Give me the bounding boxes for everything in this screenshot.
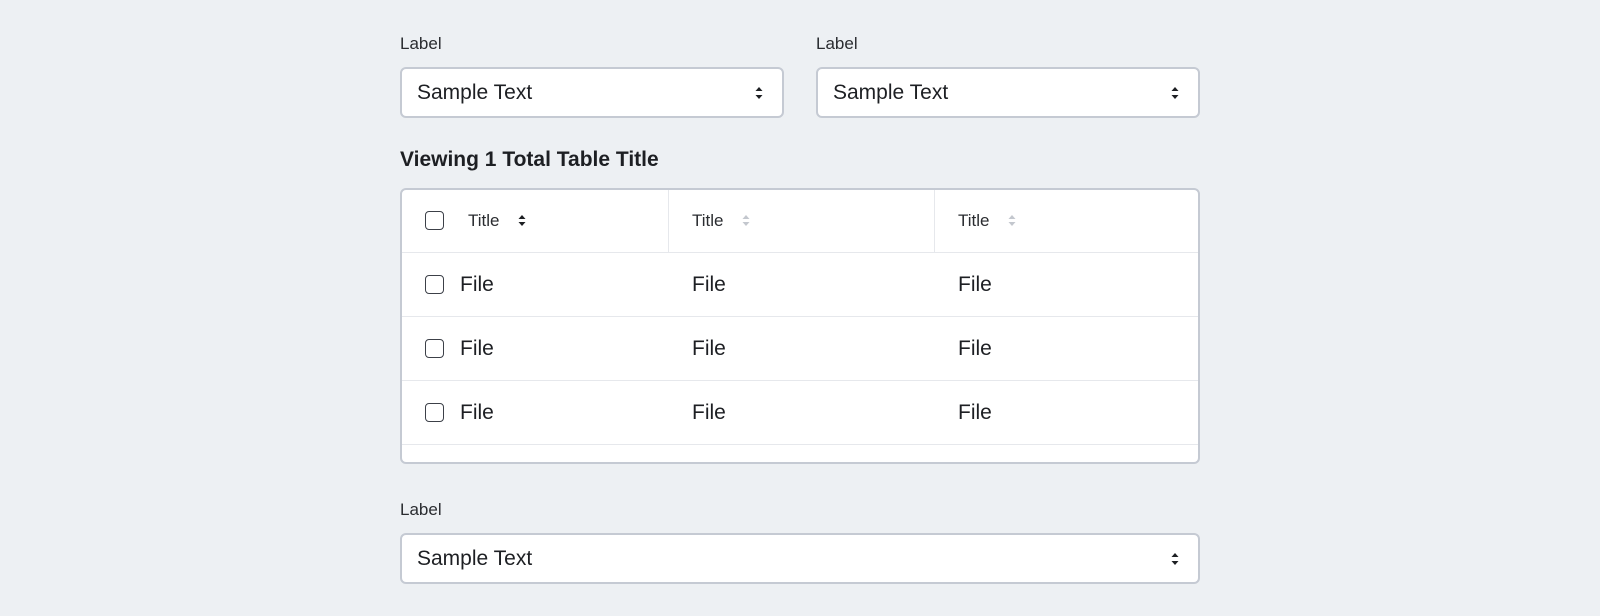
table-row[interactable]: File File File	[402, 381, 1198, 445]
chevron-up-down-icon	[1171, 553, 1179, 565]
top-right-field: Label Sample Text	[816, 34, 1200, 118]
chevron-up-down-icon	[1171, 87, 1179, 99]
column-header-title[interactable]: Title	[468, 211, 500, 231]
sort-icon[interactable]	[518, 214, 526, 227]
select-all-checkbox[interactable]	[425, 211, 444, 230]
top-left-field: Label Sample Text	[400, 34, 784, 118]
column-header-title[interactable]: Title	[958, 211, 990, 231]
sort-icon[interactable]	[742, 214, 750, 227]
chevron-up-down-icon	[755, 87, 763, 99]
table-header: Title Title Title	[402, 190, 1198, 253]
bottom-field: Label Sample Text	[400, 500, 1200, 584]
table-cell: File	[958, 273, 992, 296]
table-cell: File	[692, 273, 726, 296]
select-value: Sample Text	[417, 81, 533, 104]
table-row[interactable]: File File File	[402, 317, 1198, 381]
table-cell: File	[692, 337, 726, 360]
table-row[interactable]: File File File	[402, 253, 1198, 317]
table-cell: File	[692, 401, 726, 424]
field-label: Label	[816, 34, 858, 53]
row-checkbox[interactable]	[425, 275, 444, 294]
table-cell: File	[460, 337, 494, 360]
table-cell: File	[460, 273, 494, 296]
table-cell: File	[958, 401, 992, 424]
select-value: Sample Text	[417, 547, 533, 570]
field-label: Label	[400, 34, 442, 53]
column-divider	[668, 190, 669, 252]
sort-icon[interactable]	[1008, 214, 1016, 227]
column-header-title[interactable]: Title	[692, 211, 724, 231]
top-left-select[interactable]: Sample Text	[400, 67, 784, 118]
row-checkbox[interactable]	[425, 403, 444, 422]
table-cell: File	[460, 401, 494, 424]
column-divider	[934, 190, 935, 252]
bottom-select[interactable]: Sample Text	[400, 533, 1200, 584]
row-checkbox[interactable]	[425, 339, 444, 358]
field-label: Label	[400, 500, 442, 519]
data-table: Title Title Title File File File File Fi…	[400, 188, 1200, 464]
table-cell: File	[958, 337, 992, 360]
table-title: Viewing 1 Total Table Title	[400, 148, 659, 171]
top-right-select[interactable]: Sample Text	[816, 67, 1200, 118]
select-value: Sample Text	[833, 81, 949, 104]
